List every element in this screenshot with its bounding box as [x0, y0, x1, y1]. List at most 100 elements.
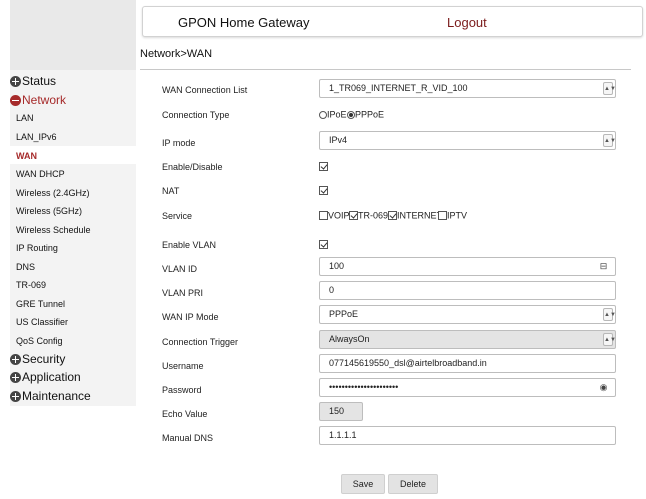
connection-trigger-select: AlwaysOn ▲▼	[319, 330, 616, 349]
sidebar-category-maintenance[interactable]: Maintenance	[10, 387, 91, 405]
service-iptv-checkbox[interactable]	[438, 211, 447, 221]
service-voip-option[interactable]: VOIP	[319, 210, 350, 221]
radio-label: PPPoE	[355, 109, 385, 120]
sidebar-item-wireless-schedule[interactable]: Wireless Schedule	[16, 225, 91, 235]
nat-label: NAT	[162, 186, 180, 196]
enable-vlan-checkbox[interactable]	[319, 240, 328, 250]
save-button[interactable]: Save	[341, 474, 385, 494]
service-label: Service	[162, 211, 193, 221]
wan-ip-mode-label: WAN IP Mode	[162, 312, 219, 322]
expand-icon	[10, 353, 21, 365]
vlan-id-input[interactable]: 100 ⊟	[319, 257, 616, 276]
input-value: 1.1.1.1	[329, 430, 357, 440]
vlan-id-label: VLAN ID	[162, 264, 198, 274]
wan-connection-list-label: WAN Connection List	[162, 85, 248, 95]
sidebar-item-tr069[interactable]: TR-069	[16, 280, 46, 290]
ip-mode-select[interactable]: IPv4 ▲▼	[319, 131, 616, 150]
header-bar: GPON Home Gateway Logout	[142, 6, 643, 37]
top-left-panel	[10, 0, 136, 70]
checkbox-label: TR-069	[358, 210, 389, 221]
input-value: ••••••••••••••••••••••	[329, 382, 399, 392]
connection-type-ipoe-option[interactable]: IPoE	[319, 109, 347, 120]
checkbox-label: VOIP	[328, 210, 350, 221]
sidebar-item-wireless-24ghz[interactable]: Wireless (2.4GHz)	[16, 188, 90, 198]
service-internet-checkbox[interactable]	[388, 211, 397, 221]
collapse-icon	[10, 94, 21, 106]
service-iptv-option[interactable]: IPTV	[438, 210, 467, 221]
sidebar-item-lan-ipv6[interactable]: LAN_IPv6	[16, 132, 57, 142]
sidebar-item-wireless-5ghz[interactable]: Wireless (5GHz)	[16, 206, 82, 216]
password-input[interactable]: •••••••••••••••••••••• ◉	[319, 378, 616, 397]
sidebar-item-ip-routing[interactable]: IP Routing	[16, 243, 58, 253]
logout-link[interactable]: Logout	[447, 15, 487, 30]
service-tr069-checkbox[interactable]	[349, 211, 358, 221]
manual-dns-label: Manual DNS	[162, 433, 214, 443]
input-value: 150	[329, 406, 345, 416]
enable-disable-checkbox-wrap[interactable]	[319, 161, 328, 172]
sidebar-item-us-classifier[interactable]: US Classifier	[16, 317, 68, 327]
enable-disable-checkbox[interactable]	[319, 162, 328, 172]
checkbox-label: INTERNET	[397, 210, 442, 221]
service-internet-option[interactable]: INTERNET	[388, 210, 442, 221]
echo-value-label: Echo Value	[162, 409, 208, 419]
connection-trigger-label: Connection Trigger	[162, 337, 239, 347]
sidebar-item-qos-config[interactable]: QoS Config	[16, 336, 63, 346]
checkbox-label: IPTV	[447, 210, 468, 221]
sidebar-category-application[interactable]: Application	[10, 368, 81, 386]
ip-mode-label: IP mode	[162, 138, 196, 148]
enable-vlan-checkbox-wrap[interactable]	[319, 239, 328, 250]
nat-checkbox-wrap[interactable]	[319, 185, 328, 196]
sidebar-category-network[interactable]: Network	[10, 91, 66, 109]
enable-disable-label: Enable/Disable	[162, 162, 223, 172]
chevron-down-icon: ▲▼	[603, 82, 616, 95]
password-label: Password	[162, 385, 202, 395]
username-input[interactable]: 077145619550_dsl@airtelbroadband.in	[319, 354, 616, 373]
radio-label: IPoE	[327, 109, 347, 120]
input-value: 100	[329, 261, 345, 271]
eye-icon[interactable]: ◉	[598, 382, 609, 393]
radio-ipoe[interactable]	[319, 110, 327, 119]
radio-pppoe[interactable]	[347, 110, 355, 119]
select-value: 1_TR069_INTERNET_R_VID_100	[329, 83, 468, 93]
nat-checkbox[interactable]	[319, 186, 328, 196]
sidebar-category-label: Status	[22, 74, 57, 88]
delete-button[interactable]: Delete	[388, 474, 438, 494]
service-tr069-option[interactable]: TR-069	[349, 210, 388, 221]
sidebar-item-dns[interactable]: DNS	[16, 262, 35, 272]
sidebar-category-label: Network	[22, 93, 67, 107]
vlan-pri-label: VLAN PRI	[162, 288, 204, 298]
select-value: IPv4	[329, 135, 348, 145]
expand-icon	[10, 390, 21, 402]
echo-value-input: 150	[319, 402, 363, 421]
input-value: 0	[329, 285, 335, 295]
sidebar-item-gre-tunnel[interactable]: GRE Tunnel	[16, 299, 65, 309]
wan-ip-mode-select[interactable]: PPPoE ▲▼	[319, 305, 616, 324]
expand-icon	[10, 371, 21, 383]
sidebar-category-status[interactable]: Status	[10, 72, 56, 90]
app-title: GPON Home Gateway	[178, 15, 310, 30]
sidebar: Status Network LAN LAN_IPv6 WAN WAN DHCP…	[10, 70, 136, 406]
sidebar-category-label: Maintenance	[22, 389, 91, 403]
select-value: PPPoE	[329, 309, 359, 319]
sidebar-item-wan[interactable]: WAN	[16, 151, 37, 161]
username-label: Username	[162, 361, 204, 371]
sidebar-item-lan[interactable]: LAN	[16, 113, 34, 123]
input-value: 077145619550_dsl@airtelbroadband.in	[329, 358, 487, 368]
chevron-down-icon: ▲▼	[603, 134, 616, 147]
connection-type-pppoe-option[interactable]: PPPoE	[347, 109, 384, 120]
sidebar-item-wan-dhcp[interactable]: WAN DHCP	[16, 169, 65, 179]
expand-icon	[10, 75, 21, 87]
connection-type-label: Connection Type	[162, 110, 230, 120]
service-voip-checkbox[interactable]	[319, 211, 328, 221]
enable-vlan-label: Enable VLAN	[162, 240, 217, 250]
sidebar-category-label: Security	[22, 352, 66, 366]
sidebar-category-label: Application	[22, 370, 81, 384]
vlan-pri-input[interactable]: 0	[319, 281, 616, 300]
chevron-down-icon: ▲▼	[603, 308, 616, 321]
sidebar-category-security[interactable]: Security	[10, 350, 65, 368]
manual-dns-input[interactable]: 1.1.1.1	[319, 426, 616, 445]
divider	[140, 69, 631, 70]
wan-connection-list-select[interactable]: 1_TR069_INTERNET_R_VID_100 ▲▼	[319, 79, 616, 98]
chevron-down-icon: ▲▼	[603, 333, 616, 346]
stepper-icon[interactable]: ⊟	[598, 261, 609, 272]
